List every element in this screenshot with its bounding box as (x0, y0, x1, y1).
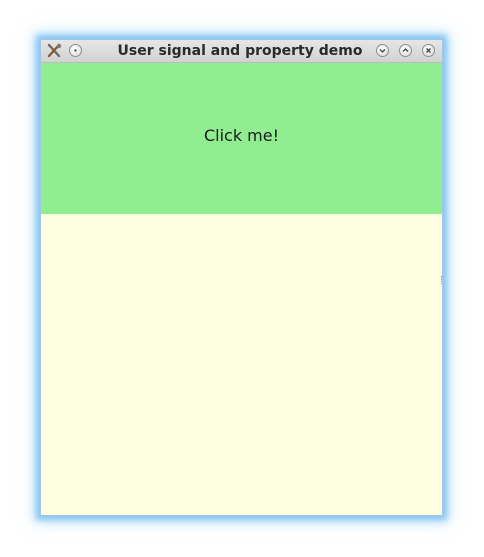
title-bar[interactable]: User signal and property demo (41, 40, 442, 63)
tools-icon[interactable] (46, 43, 62, 59)
close-icon[interactable] (422, 44, 435, 57)
window-title: User signal and property demo (117, 43, 363, 59)
window-menu-icon[interactable] (69, 44, 82, 57)
resize-grip-icon[interactable] (441, 276, 444, 284)
application-window: User signal and property demo Click me! (40, 39, 443, 516)
chevron-up-icon[interactable] (399, 44, 412, 57)
click-me-area[interactable]: Click me! (41, 63, 442, 214)
content-area (41, 214, 442, 515)
click-me-label: Click me! (203, 126, 280, 145)
chevron-down-icon[interactable] (376, 44, 389, 57)
